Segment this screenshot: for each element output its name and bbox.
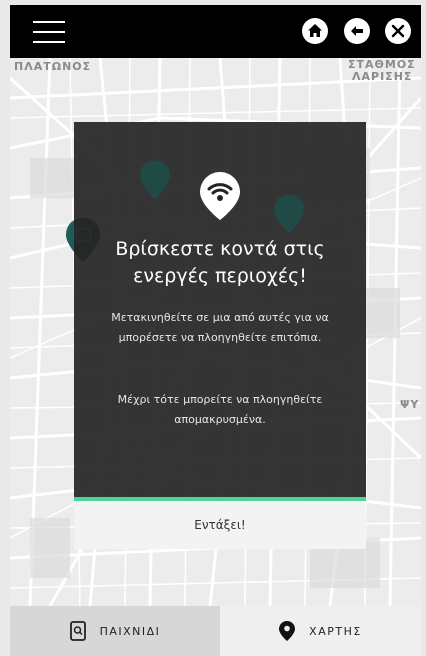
map-pin-icon: [140, 160, 170, 200]
home-button[interactable]: [302, 18, 328, 44]
location-pin-icon: [279, 621, 296, 641]
back-button[interactable]: [344, 18, 370, 44]
home-icon: [308, 24, 322, 37]
map-label-right: ΨΥ: [400, 398, 420, 411]
close-button[interactable]: [385, 18, 411, 44]
tab-map-label: ΧΑΡΤΗΣ: [309, 624, 362, 638]
location-dialog: Βρίσκεστε κοντά στις ενεργές περιοχές! Μ…: [74, 122, 366, 549]
dialog-message-secondary: Μέχρι τότε μπορείτε να πλοηγηθείτε απομα…: [117, 393, 323, 426]
wifi-location-icon: [200, 172, 240, 220]
hamburger-menu-icon[interactable]: [33, 19, 65, 45]
dialog-footer: Εντάξει!: [74, 501, 366, 549]
back-arrow-icon: [351, 26, 363, 36]
tab-game-label: ΠΑΙΧΝΙΔΙ: [99, 624, 161, 638]
phone-search-icon: [69, 621, 86, 641]
ok-button[interactable]: Εντάξει!: [74, 501, 366, 549]
bottom-navigation: ΠΑΙΧΝΙΔΙ ΧΑΡΤΗΣ: [10, 606, 421, 656]
dialog-title: Βρίσκεστε κοντά στις ενεργές περιοχές!: [115, 238, 325, 287]
dialog-message-primary: Μετακινηθείτε σε μια από αυτές για να μπ…: [111, 311, 329, 344]
close-icon: [391, 24, 405, 38]
map-label-larisis: ΛΑΡΙΣΗΣ: [352, 70, 413, 83]
map-pin-icon: [274, 194, 304, 234]
tab-game[interactable]: ΠΑΙΧΝΙΔΙ: [10, 606, 220, 656]
map-label-platonos: ΠΛΑΤΩΝΟΣ: [14, 60, 92, 73]
dialog-body-panel: Βρίσκεστε κοντά στις ενεργές περιοχές! Μ…: [74, 122, 366, 497]
top-bar: [10, 5, 421, 58]
tab-map[interactable]: ΧΑΡΤΗΣ: [220, 606, 421, 656]
